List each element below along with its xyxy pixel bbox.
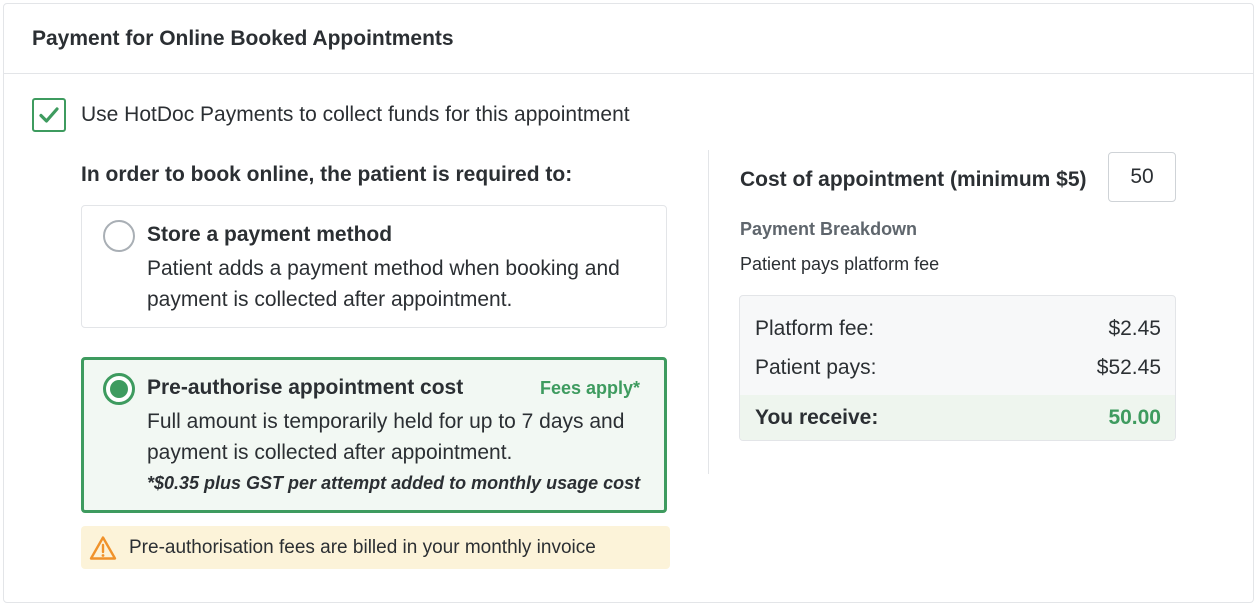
option-description: Full amount is temporarily held for up t… xyxy=(147,410,625,464)
row-label: Patient pays: xyxy=(755,356,877,379)
option-title: Store a payment method xyxy=(147,223,393,246)
card-title: Payment for Online Booked Appointments xyxy=(32,26,454,50)
column-divider xyxy=(708,150,709,474)
use-payments-checkbox[interactable] xyxy=(32,98,66,132)
warning-triangle-icon xyxy=(89,535,117,560)
breakdown-table: Platform fee: $2.45 Patient pays: $52.45… xyxy=(739,295,1176,441)
requirement-heading: In order to book online, the patient is … xyxy=(81,163,573,186)
platform-fee-row: Platform fee: $2.45 xyxy=(740,309,1175,349)
breakdown-title: Payment Breakdown xyxy=(740,219,918,239)
you-receive-row: You receive: 50.00 xyxy=(740,395,1175,440)
patient-pays-row: Patient pays: $52.45 xyxy=(740,348,1175,388)
preauthorise-radio[interactable] xyxy=(103,373,135,405)
row-value: 50.00 xyxy=(1108,406,1161,429)
preauth-fee-warning: Pre-authorisation fees are billed in you… xyxy=(81,526,670,569)
card-header: Payment for Online Booked Appointments xyxy=(4,4,1253,74)
breakdown-subtitle: Patient pays platform fee xyxy=(740,254,940,274)
row-value: $52.45 xyxy=(1096,356,1161,379)
use-payments-label: Use HotDoc Payments to collect funds for… xyxy=(81,103,630,126)
cost-label: Cost of appointment (minimum $5) xyxy=(740,168,1087,191)
payment-card: Payment for Online Booked Appointments U… xyxy=(3,3,1254,603)
option-title: Pre-authorise appointment cost xyxy=(147,376,464,399)
checkmark-icon xyxy=(39,107,59,123)
fees-apply-badge: Fees apply* xyxy=(539,378,640,398)
row-label: Platform fee: xyxy=(755,317,875,340)
option-preauthorise-cost[interactable]: Pre-authorise appointment cost Fees appl… xyxy=(81,357,667,513)
fee-footnote: *$0.35 plus GST per attempt added to mon… xyxy=(147,473,641,493)
row-label: You receive: xyxy=(755,406,879,429)
cost-input[interactable] xyxy=(1108,152,1176,202)
use-payments-row[interactable]: Use HotDoc Payments to collect funds for… xyxy=(32,98,630,132)
option-store-payment-method[interactable]: Store a payment method Patient adds a pa… xyxy=(81,205,667,328)
row-value: $2.45 xyxy=(1108,317,1161,340)
warning-text: Pre-authorisation fees are billed in you… xyxy=(129,536,596,558)
store-payment-radio[interactable] xyxy=(103,220,135,252)
option-description: Patient adds a payment method when booki… xyxy=(147,257,620,311)
